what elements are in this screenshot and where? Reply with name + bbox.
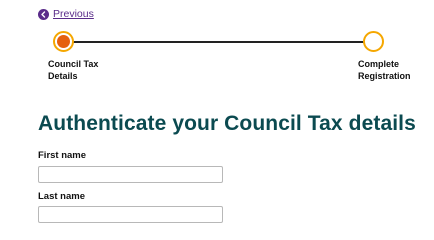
page-title: Authenticate your Council Tax details [38,112,416,135]
first-name-label: First name [38,150,87,161]
page: Previous Council Tax Details Complete Re… [0,0,434,230]
step-1-indicator [53,31,74,52]
progress-stepper: Council Tax Details Complete Registratio… [0,0,434,90]
last-name-label: Last name [38,191,85,202]
step-2-label-line1: Complete [358,59,400,69]
step-1-label-line2: Details [48,71,78,81]
stepper-connector-line [64,41,374,43]
step-2-label: Complete Registration [358,58,411,82]
last-name-input[interactable] [38,206,223,223]
step-2-indicator [363,31,384,52]
step-1-label: Council Tax Details [48,58,98,82]
step-1-active-dot [57,35,70,48]
step-2-label-line2: Registration [358,71,411,81]
step-1-label-line1: Council Tax [48,59,99,69]
first-name-input[interactable] [38,166,223,183]
